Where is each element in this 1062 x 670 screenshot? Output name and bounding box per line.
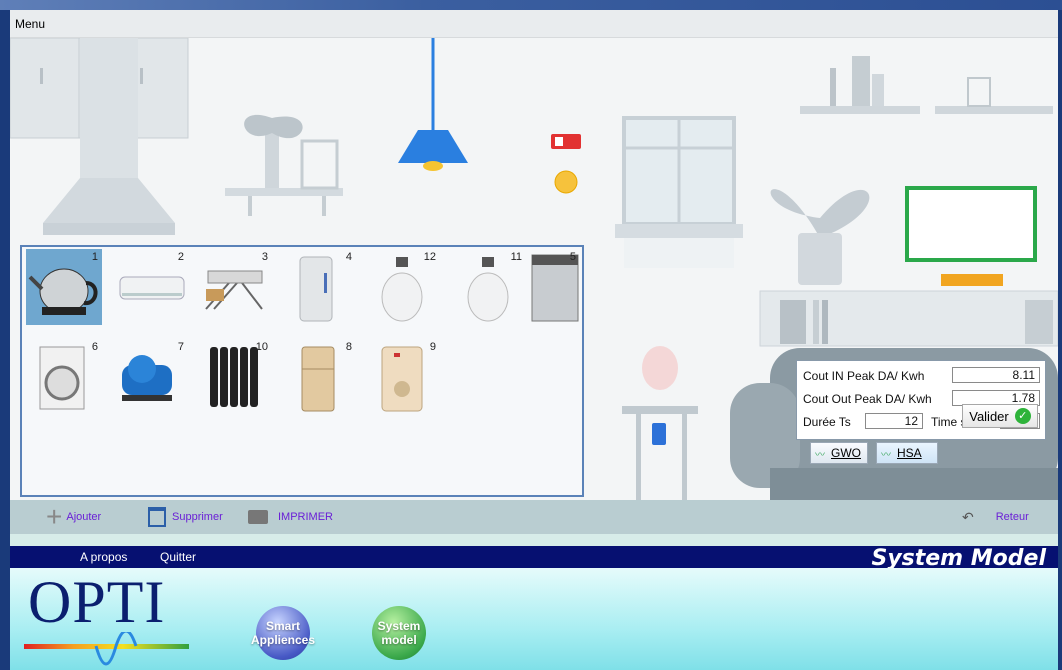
nav-bar: A propos Quitter System Model [10,546,1058,571]
appliance-tile-12[interactable]: 12 [364,249,440,325]
appliance-number: 1 [91,251,98,263]
footer-area: OPTI Smart Appliences System model [10,568,1058,670]
appliance-tile-2[interactable]: 2 [112,249,188,325]
appliance-tile-9[interactable]: 9 [364,339,440,415]
supprimer-label: Supprimer [172,511,223,523]
appliance-number: 9 [429,341,436,353]
ajouter-button[interactable]: + Ajouter [46,500,101,534]
quitter-link[interactable]: Quitter [160,550,196,564]
trash-icon [148,507,166,527]
water-pump-icon [122,355,172,401]
appliance-number: 7 [177,341,184,353]
chart-icon: 〰 [815,449,825,461]
kettle-icon [28,268,98,315]
appliance-tile-1[interactable]: 1 [26,249,102,325]
system-model-button[interactable]: System model [372,606,426,660]
appliance-tile-3[interactable]: 3 [196,249,272,325]
washing-machine-icon [39,346,85,410]
main-window: Menu 1 2 3 4 12 11 5 6 7 10 8 9 Cout IN … [10,10,1058,670]
printer-icon [248,510,268,524]
cout-out-label: Cout Out Peak DA/ Kwh [803,392,932,406]
appliance-number: 4 [345,251,352,263]
apropos-link[interactable]: A propos [80,550,127,564]
gwo-button[interactable]: 〰 GWO [810,442,868,464]
room-scene: 1 2 3 4 12 11 5 6 7 10 8 9 Cout IN Peak … [10,38,1058,500]
appliance-tile-5[interactable]: 5 [530,249,580,325]
cout-in-field[interactable]: 8.11 [952,367,1040,383]
appliance-number: 3 [261,251,268,263]
check-icon: ✓ [1014,408,1031,424]
appliance-number: 8 [345,341,352,353]
hsa-button[interactable]: 〰 HSA [876,442,938,464]
refrigerator-icon [301,346,335,412]
appliance-panel: 1 2 3 4 12 11 5 6 7 10 8 9 [20,245,584,497]
opti-logo: OPTI [28,569,166,635]
imprimer-button[interactable]: IMPRIMER [248,500,333,534]
action-toolbar: + Ajouter Supprimer IMPRIMER ↶ Reteur [10,500,1058,534]
appliance-number: 10 [255,341,268,353]
appliance-number: 2 [177,251,184,263]
imprimer-label: IMPRIMER [278,511,333,523]
menu-bar: Menu [10,10,1058,38]
reteur-label: Reteur [995,511,1029,523]
plus-icon: + [46,501,63,532]
air-conditioner-icon [119,276,185,300]
cout-in-label: Cout IN Peak DA/ Kwh [803,369,925,383]
water-heater-icon [381,346,423,412]
menu-item-menu[interactable]: Menu [15,17,45,31]
appliance-tile-7[interactable]: 7 [112,339,188,415]
reteur-button[interactable]: ↶ Reteur [962,500,1029,534]
appliance-tile-4[interactable]: 4 [280,249,356,325]
appliance-tile-10[interactable]: 10 [196,339,272,415]
appliance-number: 6 [91,341,98,353]
appliance-tile-11[interactable]: 11 [450,249,526,325]
separator-band [10,534,1058,546]
window-titlebar [0,0,1062,10]
appliance-tile-8[interactable]: 8 [280,339,356,415]
chart-icon: 〰 [881,449,891,461]
air-purifier-icon [299,256,333,322]
duree-label: Durée Ts [803,415,851,429]
valider-button[interactable]: Valider ✓ [962,404,1038,428]
drying-rack-icon [205,270,263,310]
duree-field[interactable]: 12 [865,413,923,429]
hsa-button-label: HSA [897,446,922,460]
smart-appliences-label: Smart Appliences [251,619,316,647]
appliance-tile-6[interactable]: 6 [26,339,102,415]
application-frame: Menu 1 2 3 4 12 11 5 6 7 10 8 9 Cout IN … [0,0,1062,670]
smart-appliences-button[interactable]: Smart Appliences [251,606,315,660]
appliance-number: 5 [569,251,576,263]
cost-settings-panel: Cout IN Peak DA/ Kwh 8.11 Cout Out Peak … [796,360,1046,440]
appliance-number: 11 [510,251,522,263]
system-model-label: System model [377,619,421,647]
back-arrow-icon: ↶ [962,508,974,525]
supprimer-button[interactable]: Supprimer [148,500,223,534]
appliance-number: 12 [423,251,436,263]
ajouter-label: Ajouter [66,511,102,523]
gwo-button-label: GWO [831,446,861,460]
logo-wave-icon [24,632,189,666]
valider-label: Valider [969,408,1009,424]
